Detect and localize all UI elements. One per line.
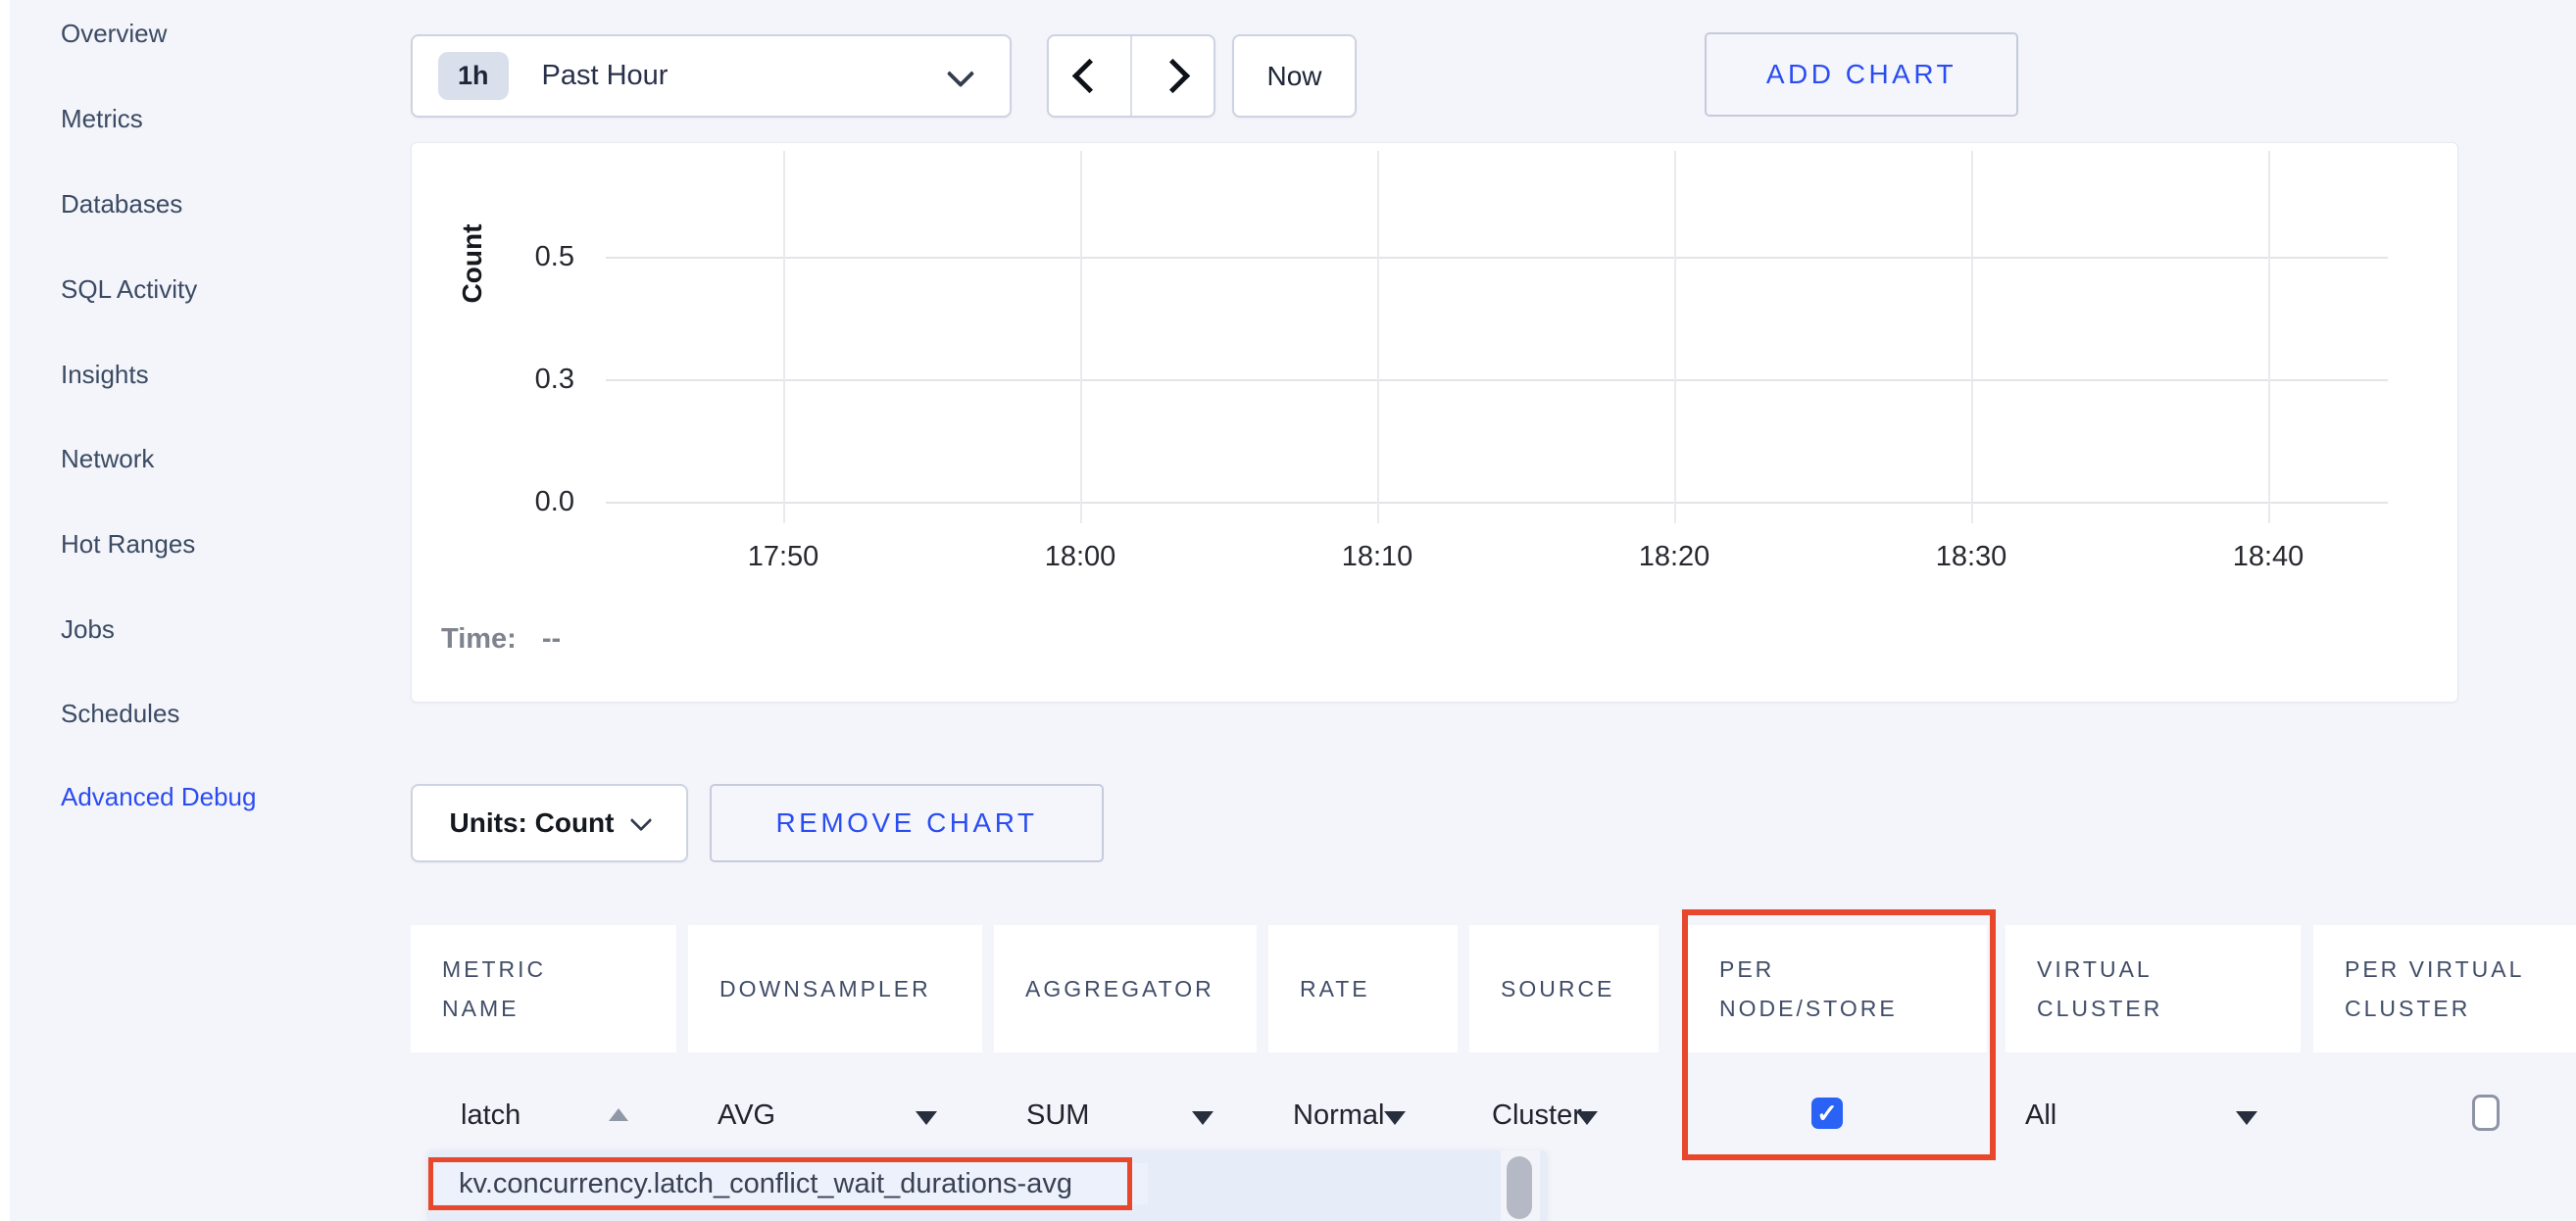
header-line: NODE/STORE bbox=[1719, 989, 1987, 1028]
hover-time-caption: Time: bbox=[441, 623, 517, 656]
sidebar-item-sql-activity[interactable]: SQL Activity bbox=[61, 271, 197, 307]
aggregator-select-value[interactable]: SUM bbox=[1026, 1099, 1089, 1132]
per-virtual-cluster-checkbox[interactable] bbox=[2472, 1095, 2500, 1131]
virtual-cluster-select-value[interactable]: All bbox=[2025, 1099, 2056, 1132]
chart-card: Count 0.5 0.3 0.0 17:50 18:00 18:10 18:2… bbox=[411, 142, 2458, 703]
time-range-select[interactable]: 1h Past Hour bbox=[411, 34, 1012, 118]
caret-down-icon[interactable] bbox=[1576, 1111, 1598, 1125]
remove-chart-button[interactable]: REMOVE CHART bbox=[710, 784, 1104, 862]
chevron-right-icon bbox=[1156, 59, 1190, 93]
caret-down-icon[interactable] bbox=[1384, 1111, 1406, 1125]
downsampler-select-value[interactable]: AVG bbox=[718, 1099, 775, 1132]
y-tick-label: 0.3 bbox=[486, 364, 574, 396]
header-line: PER bbox=[1719, 950, 1987, 989]
sidebar-item-network[interactable]: Network bbox=[61, 441, 154, 476]
header-line: VIRTUAL bbox=[2037, 950, 2301, 989]
check-icon: ✓ bbox=[1816, 1099, 1838, 1129]
caret-up-icon[interactable] bbox=[609, 1108, 628, 1121]
x-tick-label: 18:30 bbox=[1903, 541, 2040, 573]
x-tick-label: 18:00 bbox=[1012, 541, 1149, 573]
column-header-virtual-cluster: VIRTUAL CLUSTER bbox=[2006, 925, 2301, 1052]
units-select[interactable]: Units: Count bbox=[411, 784, 688, 862]
metric-name-input[interactable]: latch bbox=[461, 1099, 520, 1132]
left-edge-strip bbox=[0, 0, 10, 1221]
add-chart-button[interactable]: ADD CHART bbox=[1705, 32, 2018, 117]
column-header-per-virtual-cluster: PER VIRTUAL CLUSTER bbox=[2313, 925, 2576, 1052]
header-line: AGGREGATOR bbox=[1025, 969, 1257, 1008]
header-line: SOURCE bbox=[1501, 969, 1659, 1008]
y-tick-label: 0.5 bbox=[486, 241, 574, 273]
sidebar-item-hot-ranges[interactable]: Hot Ranges bbox=[61, 526, 195, 562]
column-header-downsampler: DOWNSAMPLER bbox=[688, 925, 982, 1052]
caret-down-icon[interactable] bbox=[916, 1111, 937, 1125]
per-node-store-checkbox[interactable]: ✓ bbox=[1811, 1098, 1843, 1129]
sidebar-item-metrics[interactable]: Metrics bbox=[61, 101, 143, 136]
sidebar-item-insights[interactable]: Insights bbox=[61, 357, 149, 392]
column-header-rate: RATE bbox=[1268, 925, 1458, 1052]
header-line: CLUSTER bbox=[2345, 989, 2576, 1028]
time-step-button-group bbox=[1047, 34, 1215, 118]
x-tick-label: 18:20 bbox=[1606, 541, 1743, 573]
rate-select-value[interactable]: Normal bbox=[1293, 1099, 1384, 1132]
next-time-button[interactable] bbox=[1132, 36, 1214, 116]
x-tick-label: 18:40 bbox=[2200, 541, 2337, 573]
chevron-left-icon bbox=[1072, 59, 1107, 93]
scrollbar-thumb[interactable] bbox=[1507, 1156, 1532, 1219]
sidebar-item-databases[interactable]: Databases bbox=[61, 186, 182, 221]
chevron-down-icon bbox=[630, 809, 653, 832]
y-tick-label: 0.0 bbox=[486, 486, 574, 518]
column-header-metric-name: METRIC NAME bbox=[411, 925, 676, 1052]
chevron-down-icon bbox=[947, 60, 974, 87]
column-header-source: SOURCE bbox=[1469, 925, 1659, 1052]
header-line: PER VIRTUAL bbox=[2345, 950, 2576, 989]
units-label: Units: Count bbox=[450, 807, 615, 839]
source-select-value[interactable]: Cluster bbox=[1492, 1099, 1582, 1132]
column-header-per-node-store: PER NODE/STORE bbox=[1688, 925, 1987, 1052]
custom-chart-page: Overview Metrics Databases SQL Activity … bbox=[0, 0, 2576, 1221]
sidebar-item-schedules[interactable]: Schedules bbox=[61, 696, 179, 731]
now-button[interactable]: Now bbox=[1232, 34, 1357, 118]
chart-plot-area[interactable] bbox=[606, 151, 2388, 504]
time-range-badge: 1h bbox=[438, 52, 509, 100]
sidebar-item-overview[interactable]: Overview bbox=[61, 16, 167, 51]
autocomplete-option[interactable]: kv.concurrency.latch_conflict_wait_durat… bbox=[433, 1163, 1148, 1204]
header-line: CLUSTER bbox=[2037, 989, 2301, 1028]
header-line: RATE bbox=[1300, 969, 1458, 1008]
x-tick-label: 17:50 bbox=[715, 541, 852, 573]
caret-down-icon[interactable] bbox=[1192, 1111, 1214, 1125]
header-line: NAME bbox=[442, 989, 676, 1028]
header-line: DOWNSAMPLER bbox=[719, 969, 982, 1008]
x-tick-label: 18:10 bbox=[1309, 541, 1446, 573]
column-header-aggregator: AGGREGATOR bbox=[994, 925, 1257, 1052]
header-line: METRIC bbox=[442, 950, 676, 989]
sidebar-item-advanced-debug[interactable]: Advanced Debug bbox=[61, 779, 256, 814]
prev-time-button[interactable] bbox=[1049, 36, 1132, 116]
hover-time-value: -- bbox=[542, 623, 561, 656]
time-range-label: Past Hour bbox=[542, 60, 669, 92]
caret-down-icon[interactable] bbox=[2236, 1111, 2257, 1125]
sidebar-item-jobs[interactable]: Jobs bbox=[61, 611, 115, 647]
